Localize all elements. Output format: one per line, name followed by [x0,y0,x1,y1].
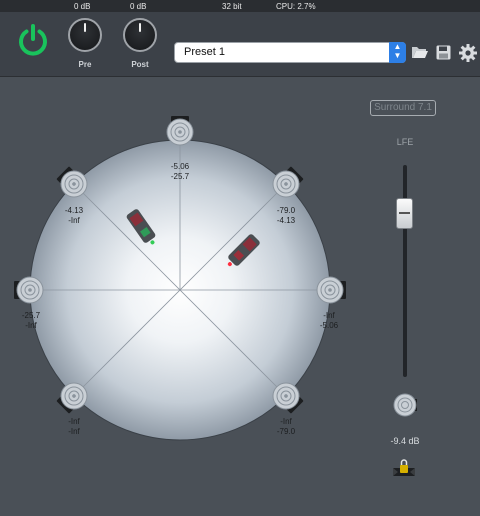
dropdown-arrows-icon[interactable]: ▲ ▼ [389,42,406,63]
post-label: Post [131,60,149,69]
speaker-upper-right-levels: -79.0 -4.13 [276,206,296,225]
toolbar: Pre Post Preset 1 ▲ ▼ [0,12,480,77]
speaker-top-levels: -5.06 -25.7 [170,162,190,181]
pre-label: Pre [78,60,92,69]
speaker-top-icon[interactable] [166,115,194,146]
speaker-lower-right-levels: -Inf -79.0 [276,417,296,436]
lfe-slider-track[interactable] [403,165,407,377]
speaker-right-levels: -Inf -5.06 [319,311,339,330]
status-bar: 0 dB 0 dB 32 bit CPU: 2.7% [0,0,480,12]
pre-gain-readout: 0 dB [74,2,91,11]
speaker-lower-left-levels: -Inf -Inf [68,417,80,436]
post-gain-readout: 0 dB [130,2,147,11]
lfe-label: LFE [396,137,414,147]
power-icon[interactable] [16,22,50,56]
pre-gain-knob[interactable] [68,18,102,52]
speaker-right-icon[interactable] [316,276,347,304]
speaker-left-icon[interactable] [13,276,44,304]
save-icon[interactable] [436,45,451,60]
surround-format-badge[interactable]: Surround 7.1 [370,100,436,116]
speaker-icon[interactable] [392,391,418,419]
lfe-level-readout: -9.4 dB [390,436,420,446]
folder-open-icon[interactable] [411,44,429,60]
bit-depth-readout: 32 bit [222,2,242,11]
speaker-upper-left-levels: -4.13 -Inf [64,206,84,225]
lock-icon[interactable] [392,458,416,480]
speaker-left-levels: -25.7 -Inf [21,311,41,330]
post-gain-knob[interactable] [123,18,157,52]
cpu-readout: CPU: 2.7% [276,2,316,11]
preset-dropdown[interactable]: Preset 1 ▲ ▼ [174,42,406,63]
gear-icon[interactable] [459,44,477,62]
preset-selected: Preset 1 [184,46,225,58]
lfe-slider-thumb[interactable] [396,198,413,229]
